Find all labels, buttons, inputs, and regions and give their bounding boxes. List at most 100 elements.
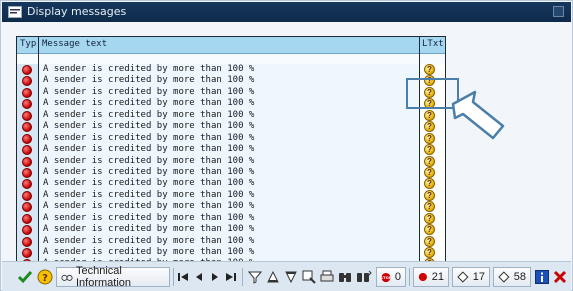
message-toolbar: ? Technical Information TO 0 21 17 58	[2, 261, 571, 291]
table-row[interactable]: A sender is credited by more than 100 %?	[17, 178, 445, 190]
type-cell	[17, 75, 38, 87]
table-row[interactable]: A sender is credited by more than 100 %?	[17, 86, 445, 99]
table-row[interactable]: A sender is credited by more than 100 %?	[17, 201, 445, 213]
table-row[interactable]: A sender is credited by more than 100 %?	[17, 247, 445, 259]
table-row[interactable]: A sender is credited by more than 100 %?	[17, 132, 445, 145]
error-icon	[22, 99, 32, 110]
toolbar-separator	[173, 268, 174, 286]
help-icon[interactable]: ?	[424, 132, 435, 144]
info-count: 58	[513, 271, 526, 283]
help-icon[interactable]: ?	[424, 235, 435, 247]
toolbar-separator	[242, 268, 243, 286]
pointer-arrow-icon	[451, 90, 505, 140]
message-text: A sender is credited by more than 100 %	[43, 98, 255, 109]
message-text: A sender is credited by more than 100 %	[43, 121, 255, 132]
svg-text:?: ?	[42, 273, 48, 284]
column-divider	[419, 37, 420, 275]
first-page-icon[interactable]	[176, 267, 190, 287]
column-header-message-text[interactable]: Message text	[42, 39, 107, 49]
table-header: Typ Message text LTxt	[17, 37, 445, 54]
sort-descending-icon[interactable]	[283, 267, 299, 287]
help-icon[interactable]: ?	[424, 166, 435, 178]
column-header-ltxt[interactable]: LTxt	[422, 39, 444, 49]
filter-icon[interactable]	[247, 267, 263, 287]
error-icon	[22, 248, 32, 258]
type-cell	[17, 109, 38, 122]
error-messages-filter[interactable]: 21	[413, 267, 449, 287]
find-icon[interactable]	[301, 267, 317, 287]
table-row[interactable]: A sender is credited by more than 100 %?	[17, 155, 445, 167]
help-icon[interactable]: ?	[424, 189, 435, 201]
type-cell	[17, 212, 38, 225]
message-text: A sender is credited by more than 100 %	[43, 212, 255, 223]
type-cell	[17, 64, 38, 76]
message-text: A sender is credited by more than 100 %	[43, 155, 255, 166]
table-row[interactable]: A sender is credited by more than 100 %?	[17, 98, 445, 110]
warning-messages-filter[interactable]: 17	[452, 267, 490, 287]
type-cell	[17, 98, 38, 110]
table-row[interactable]: A sender is credited by more than 100 %?	[17, 166, 445, 179]
error-icon	[22, 225, 32, 236]
message-text: A sender is credited by more than 100 %	[43, 201, 255, 212]
continue-checkmark-icon[interactable]	[16, 267, 34, 287]
title-bar: Display messages	[2, 2, 571, 22]
error-icon	[22, 190, 32, 201]
error-icon	[22, 179, 32, 190]
type-cell	[17, 86, 38, 99]
table-row[interactable]: A sender is credited by more than 100 %?	[17, 144, 445, 156]
help-icon[interactable]: ?	[424, 64, 435, 75]
previous-page-icon[interactable]	[192, 267, 206, 287]
help-icon[interactable]: ?	[424, 155, 435, 167]
stop-count: 0	[394, 271, 401, 283]
type-cell	[17, 201, 38, 213]
binoculars-icon[interactable]	[337, 267, 353, 287]
type-cell	[17, 155, 38, 167]
technical-information-button[interactable]: Technical Information	[56, 265, 170, 289]
next-page-icon[interactable]	[208, 267, 222, 287]
message-text: A sender is credited by more than 100 %	[43, 224, 255, 235]
toolbar-separator	[409, 268, 410, 286]
column-divider	[38, 37, 39, 275]
error-icon	[22, 236, 32, 247]
last-page-icon[interactable]	[224, 267, 238, 287]
type-cell	[17, 235, 38, 247]
help-icon[interactable]: ?	[424, 247, 435, 258]
warning-count: 17	[472, 271, 485, 283]
table-row[interactable]: A sender is credited by more than 100 %?	[17, 189, 445, 202]
error-icon	[22, 145, 32, 156]
help-icon[interactable]: ?	[424, 212, 435, 224]
table-row[interactable]: A sender is credited by more than 100 %?	[17, 235, 445, 247]
window-icon	[8, 6, 22, 18]
message-table: Typ Message text LTxt A sender is credit…	[16, 36, 446, 275]
help-button-icon[interactable]: ?	[36, 267, 54, 287]
message-rows: A sender is credited by more than 100 %?…	[17, 64, 445, 270]
sort-ascending-icon[interactable]	[265, 267, 281, 287]
close-window-icon[interactable]	[553, 6, 564, 17]
message-text: A sender is credited by more than 100 %	[43, 235, 255, 246]
window-title: Display messages	[27, 5, 127, 18]
table-row[interactable]: A sender is credited by more than 100 %?	[17, 75, 445, 87]
find-next-icon[interactable]	[355, 267, 373, 287]
message-text: A sender is credited by more than 100 %	[43, 247, 255, 257]
table-row[interactable]: A sender is credited by more than 100 %?	[17, 109, 445, 122]
stop-messages-filter[interactable]: STOP 0	[376, 267, 406, 287]
table-row[interactable]: A sender is credited by more than 100 %?	[17, 224, 445, 236]
help-icon[interactable]: ?	[424, 144, 435, 156]
table-row[interactable]: A sender is credited by more than 100 %?	[17, 212, 445, 225]
column-header-typ[interactable]: Typ	[20, 39, 36, 49]
cancel-icon[interactable]	[552, 267, 568, 287]
error-icon	[22, 110, 32, 121]
info-messages-filter[interactable]: 58	[493, 267, 531, 287]
table-row[interactable]: A sender is credited by more than 100 %?	[17, 64, 445, 76]
information-icon[interactable]	[534, 267, 550, 287]
type-cell	[17, 178, 38, 190]
table-row[interactable]: A sender is credited by more than 100 %?	[17, 121, 445, 133]
error-icon	[418, 272, 427, 282]
help-icon[interactable]: ?	[424, 109, 435, 121]
error-icon	[22, 133, 32, 144]
message-area: Typ Message text LTxt A sender is credit…	[2, 22, 571, 275]
message-text: A sender is credited by more than 100 %	[43, 109, 255, 120]
print-icon[interactable]	[319, 267, 335, 287]
error-icon	[22, 122, 32, 133]
type-cell	[17, 121, 38, 133]
